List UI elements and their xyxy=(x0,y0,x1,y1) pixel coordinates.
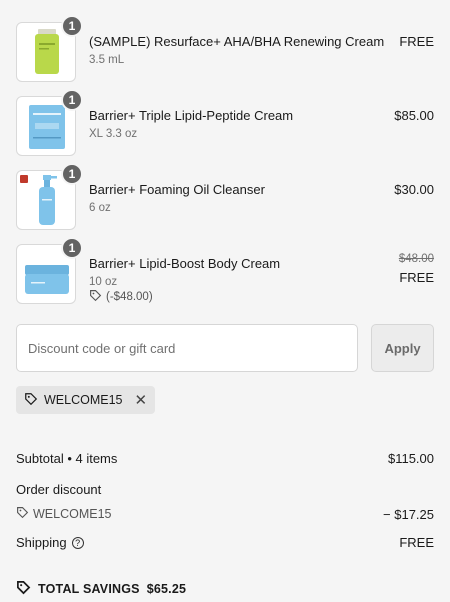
line-item: 1 Barrier+ Lipid-Boost Body Cream 10 oz … xyxy=(0,237,450,308)
product-price: FREE xyxy=(399,34,434,49)
tag-icon xyxy=(16,580,31,598)
shipping-value: FREE xyxy=(399,535,434,550)
applied-code-chip: WELCOME15 ✕ xyxy=(16,386,156,414)
product-variant: 10 oz xyxy=(89,276,118,288)
shipping-label-group: Shipping ? xyxy=(16,535,84,550)
product-price: $85.00 xyxy=(394,108,434,123)
product-name: Barrier+ Lipid-Boost Body Cream xyxy=(89,256,281,271)
order-discount-code-row: WELCOME15 − $17.25 xyxy=(16,506,434,522)
item-discount: (-$48.00) xyxy=(89,289,153,305)
product-name: (SAMPLE) Resurface+ AHA/BHA Renewing Cre… xyxy=(89,34,385,49)
quantity-badge: 1 xyxy=(61,237,83,259)
tag-icon xyxy=(16,506,29,522)
line-item: 1 (SAMPLE) Resurface+ AHA/BHA Renewing C… xyxy=(0,15,450,86)
product-variant: 3.5 mL xyxy=(89,54,125,66)
order-discount-code: WELCOME15 xyxy=(16,506,112,522)
quantity-badge: 1 xyxy=(61,89,83,111)
total-savings: TOTAL SAVINGS $65.25 xyxy=(16,580,186,598)
product-name: Barrier+ Triple Lipid-Peptide Cream xyxy=(89,108,294,123)
total-savings-value: $65.25 xyxy=(146,582,187,596)
product-variant: 6 oz xyxy=(89,202,111,214)
applied-code-label: WELCOME15 xyxy=(44,393,123,407)
close-icon[interactable]: ✕ xyxy=(135,393,148,408)
product-variant: XL 3.3 oz xyxy=(89,128,138,140)
product-name: Barrier+ Foaming Oil Cleanser xyxy=(89,182,265,197)
quantity-badge: 1 xyxy=(61,15,83,37)
subtotal-label: Subtotal • 4 items xyxy=(16,451,118,466)
tag-icon xyxy=(89,289,102,305)
discount-code-input[interactable] xyxy=(16,324,358,372)
order-discount-label: Order discount xyxy=(16,482,102,497)
order-discount-code-label: WELCOME15 xyxy=(33,507,112,521)
shipping-row: Shipping ? FREE xyxy=(16,535,434,550)
product-price: FREE xyxy=(399,270,434,285)
discount-form: Apply xyxy=(16,324,434,373)
order-discount-value: − $17.25 xyxy=(383,506,434,522)
original-price: $48.00 xyxy=(398,253,434,265)
line-item: 1 Barrier+ Foaming Oil Cleanser 6 oz $30… xyxy=(0,163,450,234)
shipping-label: Shipping xyxy=(16,535,67,550)
help-icon[interactable]: ? xyxy=(71,536,84,549)
product-price: $30.00 xyxy=(394,182,434,197)
subtotal-row: Subtotal • 4 items $115.00 xyxy=(16,451,434,466)
subtotal-value: $115.00 xyxy=(387,451,434,466)
apply-button[interactable]: Apply xyxy=(371,324,434,372)
item-discount-amount: (-$48.00) xyxy=(106,291,153,303)
quantity-badge: 1 xyxy=(61,163,83,185)
order-discount-row: Order discount xyxy=(16,482,434,497)
tag-icon xyxy=(24,392,38,409)
total-savings-label: TOTAL SAVINGS xyxy=(38,582,140,596)
line-item: 1 Barrier+ Triple Lipid-Peptide Cream XL… xyxy=(0,89,450,160)
